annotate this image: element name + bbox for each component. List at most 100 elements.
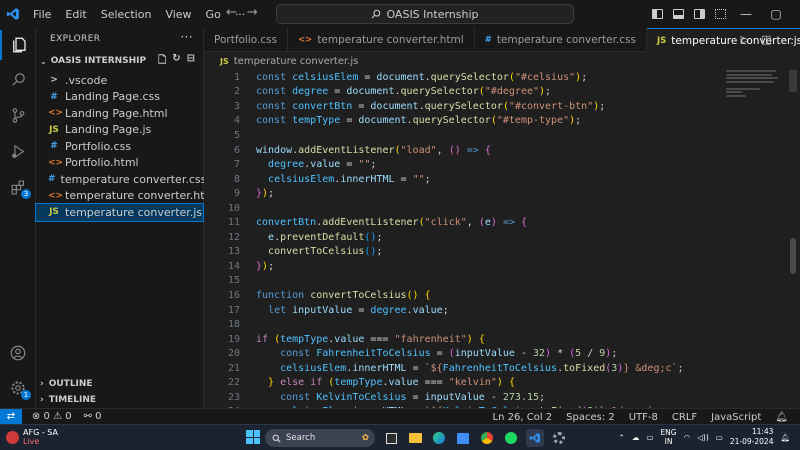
scrollbar-thumb[interactable] [790,238,796,274]
code-token: - [514,348,533,360]
editor-tab[interactable]: <> temperature converter.html [288,28,475,52]
menu-edit[interactable]: Edit [58,8,93,21]
weather-title: AFG - SA [23,428,58,437]
task-view-icon[interactable] [382,429,400,447]
toggle-primary-sidebar-icon[interactable] [652,9,663,19]
toggle-panel-icon[interactable] [673,9,684,19]
timeline-section[interactable]: › TIMELINE [36,392,204,408]
code-token: => [502,217,515,229]
new-file-icon[interactable]: 🗋 [158,53,166,70]
more-actions-icon[interactable]: ··· [784,33,795,46]
chrome-icon[interactable] [478,429,496,447]
maximize-icon[interactable]: ▢ [766,7,786,21]
close-icon[interactable]: ✕ [796,7,800,21]
breadcrumb-file[interactable]: temperature converter.js [234,56,359,67]
minimap[interactable] [726,70,786,110]
explorer-more-actions[interactable]: ··· [180,30,193,44]
encoding[interactable]: UTF-8 [629,412,658,423]
code-token: document [376,71,425,83]
tab-label: temperature converter.css [496,34,636,46]
collapse-all-icon[interactable]: ⊟ [187,53,195,70]
run-debug-icon[interactable] [0,136,36,166]
code-token: celsiusElem [292,71,359,83]
notifications-bell-icon[interactable]: 🔔︎ [775,412,788,423]
file-item[interactable]: # temperature converter.css [36,171,206,188]
problems-indicator[interactable]: ⊗ 0 ⚠ 0 [32,411,72,422]
cloud-icon[interactable]: ☁ [632,433,640,442]
source-control-icon[interactable] [0,100,36,130]
code-token: ; [376,246,383,258]
command-center[interactable]: OASIS Internship [276,4,574,24]
code-token: const [256,71,293,83]
spotify-icon[interactable] [502,429,520,447]
end-of-line[interactable]: CRLF [672,412,697,423]
file-item[interactable]: JS Landing Page.js [36,122,203,139]
indentation[interactable]: Spaces: 2 [566,412,615,423]
wifi-icon[interactable]: ◠ [684,433,691,442]
code-line: 5 [204,128,800,143]
status-left: ⊗ 0 ⚠ 0 ⚯ 0 [22,411,102,422]
file-item[interactable]: <> Portfolio.html [36,155,203,172]
menu-view[interactable]: View [158,8,198,21]
file-explorer-icon[interactable] [406,429,424,447]
volume-icon[interactable]: ◁)) [697,433,709,442]
vertical-scrollbar[interactable] [786,70,800,408]
manage-gear-icon[interactable]: 1 [0,373,36,403]
timeline-label: TIMELINE [48,395,97,405]
line-number: 2 [233,86,240,98]
settings-gear-icon[interactable] [550,429,568,447]
back-arrow-icon[interactable]: ← [226,5,237,20]
explorer-icon[interactable] [0,30,36,60]
split-editor-icon[interactable]: ◫ [761,33,771,46]
taskbar-search[interactable]: Search ✿ [265,429,375,447]
minimize-icon[interactable]: — [736,7,756,21]
battery-icon[interactable]: ▭ [716,433,723,442]
minimap-slider[interactable] [789,70,797,92]
toggle-secondary-sidebar-icon[interactable] [694,9,705,19]
tray-chevron-icon[interactable]: ⌃ [619,433,625,442]
vscode-taskbar-icon[interactable] [526,429,544,447]
customize-layout-icon[interactable] [715,9,726,19]
file-type-icon: # [50,91,58,102]
line-number: 12 [227,231,240,243]
code-token: innerHTML [340,173,395,185]
accounts-icon[interactable] [0,338,36,368]
clock[interactable]: 11:43 21-09-2024 [730,427,774,447]
file-item[interactable]: > .vscode [36,72,203,89]
code-line: 13 convertToCelsius(); [204,245,800,260]
file-item[interactable]: # Landing Page.css [36,89,203,106]
outline-section[interactable]: › OUTLINE [36,376,204,392]
menu-go[interactable]: Go [199,8,228,21]
notification-icon[interactable]: 🔔︎ [780,433,790,442]
file-name: Landing Page.css [65,90,160,104]
menu-file[interactable]: File [26,8,58,21]
weather-widget[interactable]: AFG - SA Live [6,428,58,446]
line-code: const KelvinToCelsius = inputValue - 273… [240,392,545,403]
extensions-icon[interactable]: 3 [0,172,36,202]
line-number: 14 [227,260,240,272]
folder-header[interactable]: ⌄ OASIS INTERNSHIP 🗋 ↻ ⊟ [36,50,203,72]
line-number: 5 [233,129,240,141]
cursor-position[interactable]: Ln 26, Col 2 [493,412,553,423]
editor-tab[interactable]: Portfolio.css [204,28,289,52]
search-activity-icon[interactable] [0,64,36,94]
run-icon[interactable]: ▷ [741,33,749,46]
file-item[interactable]: # Portfolio.css [36,138,203,155]
language-indicator[interactable]: ENG IN [660,428,676,446]
file-item[interactable]: JS temperature converter.js [35,203,204,222]
edge-browser-icon[interactable] [430,429,448,447]
windows-start-icon[interactable] [246,430,260,444]
code-editor[interactable]: 1 const celsiusElem = document.querySelec… [204,70,800,408]
remote-indicator-icon[interactable]: ⇄ [0,408,22,425]
forward-arrow-icon[interactable]: → [247,5,258,20]
ports-indicator[interactable]: ⚯ 0 [84,411,102,422]
editor-tab[interactable]: # temperature converter.css [475,28,647,52]
onedrive-icon[interactable]: ▭ [646,433,653,442]
refresh-icon[interactable]: ↻ [172,53,180,70]
file-item[interactable]: <> temperature converter.html [36,188,218,205]
file-item[interactable]: <> Landing Page.html [36,105,203,122]
language-mode[interactable]: JavaScript [711,412,761,423]
code-token: innerHTML [352,362,407,374]
menu-selection[interactable]: Selection [94,8,159,21]
store-icon[interactable] [454,429,472,447]
